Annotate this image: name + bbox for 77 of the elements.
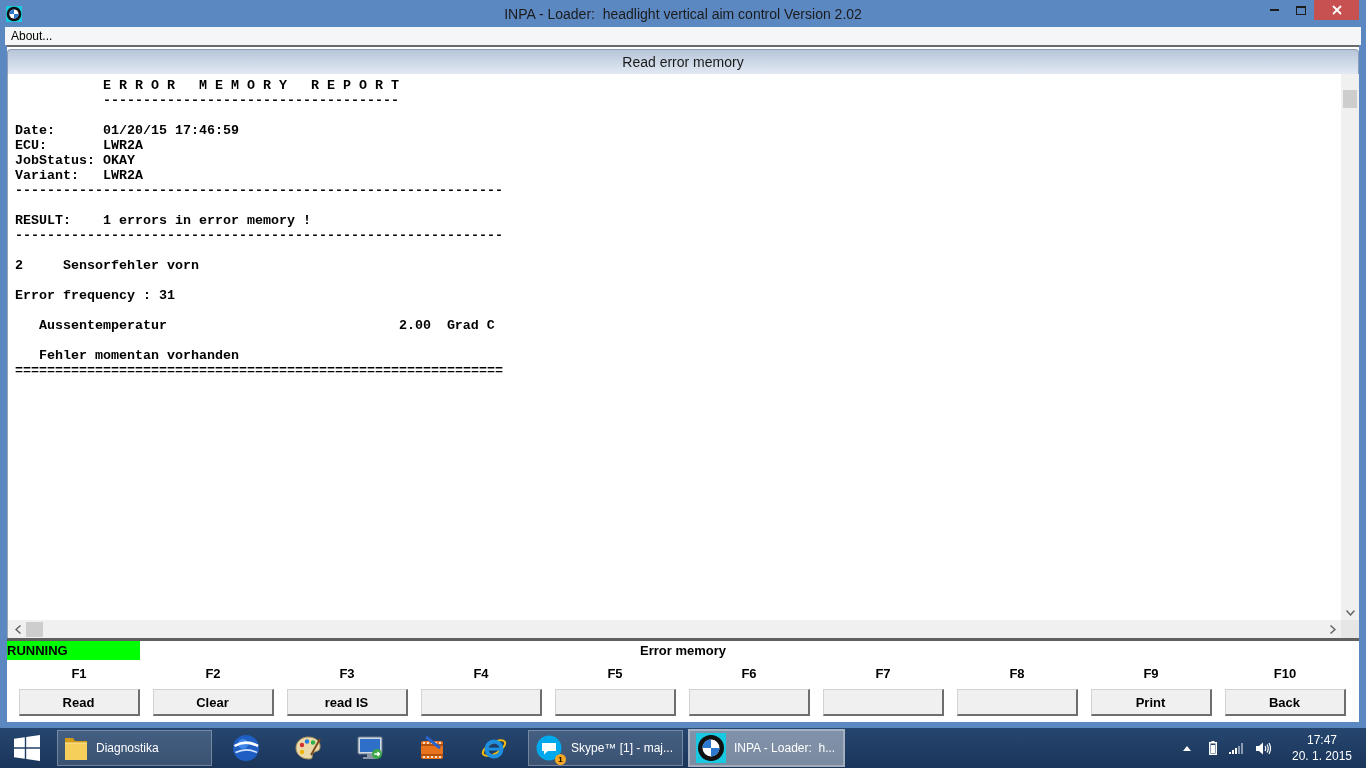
condition-unit: Grad C (446, 318, 495, 333)
window-title: INPA - Loader: headlight vertical aim control Version 2.02 (503, 5, 863, 22)
dashed-rule: ------------------------------------------------------------- (15, 183, 503, 198)
speaker-icon[interactable] (1256, 741, 1272, 755)
report-title: E R R O R M E M O R Y R E P O R T (102, 78, 399, 93)
battery-icon[interactable] (1209, 741, 1217, 755)
windows-logo-icon (14, 735, 40, 761)
field-value: LWR2A (102, 138, 143, 153)
error-frequency: Error frequency : 31 (15, 288, 175, 303)
function-key-button[interactable] (956, 689, 1078, 716)
folder-icon (64, 735, 88, 761)
notification-badge: 1 (555, 754, 566, 765)
result-label: RESULT: (15, 213, 71, 228)
function-key-button[interactable] (420, 689, 542, 716)
signal-icon[interactable] (1229, 742, 1244, 754)
field-label: ECU: (15, 138, 47, 153)
error-status: Fehler momentan vorhanden (39, 348, 239, 363)
field-value: 01/20/15 17:46:59 (102, 123, 239, 138)
field-label: Date: (15, 123, 55, 138)
scroll-thumb[interactable] (1343, 90, 1357, 108)
clock-date[interactable]: 20. 1. 2015 (1291, 748, 1353, 764)
chat-icon (535, 734, 563, 762)
vertical-scrollbar[interactable] (1341, 74, 1359, 620)
key-label: F10 (1273, 665, 1297, 683)
chevron-right-icon[interactable] (1330, 624, 1336, 634)
function-key-button[interactable]: read IS (286, 689, 408, 716)
film-icon (418, 734, 446, 762)
function-key-button[interactable] (822, 689, 944, 716)
taskbar-button[interactable]: 1 Skype™ [1] - maj... (528, 730, 683, 766)
horizontal-scrollbar[interactable] (8, 620, 1341, 638)
close-button[interactable] (1314, 0, 1359, 20)
key-label: F6 (741, 665, 757, 683)
monitor-icon (356, 734, 384, 762)
result-value: 1 errors in error memory ! (102, 213, 311, 228)
roundel-icon (696, 733, 726, 763)
key-label: F8 (1009, 665, 1025, 683)
key-label: F9 (1143, 665, 1159, 683)
dashed-rule: ------------------------------------- (102, 93, 399, 108)
menu-item[interactable]: About... (5, 27, 59, 45)
key-label: F2 (205, 665, 221, 683)
error-code: 2 (15, 258, 23, 273)
palette-icon (294, 734, 322, 762)
dashed-rule: ------------------------------------------------------------- (15, 228, 503, 243)
minimize-icon (1269, 9, 1279, 11)
double-rule: ============================================================= (15, 363, 503, 378)
chevron-left-icon[interactable] (15, 624, 21, 634)
error-name: Sensorfehler vorn (63, 258, 199, 273)
function-key-button[interactable]: Read (18, 689, 140, 716)
globe-icon (232, 734, 260, 762)
condition-name: Aussentemperatur (39, 318, 167, 333)
scroll-thumb[interactable] (26, 621, 43, 637)
status-indicator: RUNNING (7, 641, 140, 660)
clock-time[interactable]: 17:47 (1307, 732, 1337, 748)
key-label: F1 (71, 665, 87, 683)
function-key-button[interactable]: Back (1224, 689, 1346, 716)
key-label: F5 (607, 665, 623, 683)
field-value: OKAY (102, 153, 135, 168)
field-value: LWR2A (102, 168, 143, 183)
key-label: F3 (339, 665, 355, 683)
function-key-button[interactable]: Clear (152, 689, 274, 716)
maximize-icon (1296, 5, 1307, 15)
scrollbar-corner (1341, 620, 1359, 638)
function-key-button[interactable]: Print (1090, 689, 1212, 716)
key-label: F7 (875, 665, 891, 683)
condition-value: 2.00 (398, 318, 431, 333)
taskbar-button[interactable]: Diagnostika (57, 730, 212, 766)
roundel-icon[interactable] (6, 5, 22, 22)
field-label: JobStatus: (15, 153, 95, 168)
key-label: F4 (473, 665, 489, 683)
field-label: Variant: (15, 168, 79, 183)
function-key-button[interactable] (688, 689, 810, 716)
close-icon (1331, 5, 1342, 15)
panel-header: Read error memory (7, 49, 1359, 74)
screen-name: Error memory (640, 643, 726, 658)
chevron-up-icon (1183, 745, 1191, 751)
function-key-button[interactable] (554, 689, 676, 716)
chevron-down-icon[interactable] (1345, 610, 1355, 616)
